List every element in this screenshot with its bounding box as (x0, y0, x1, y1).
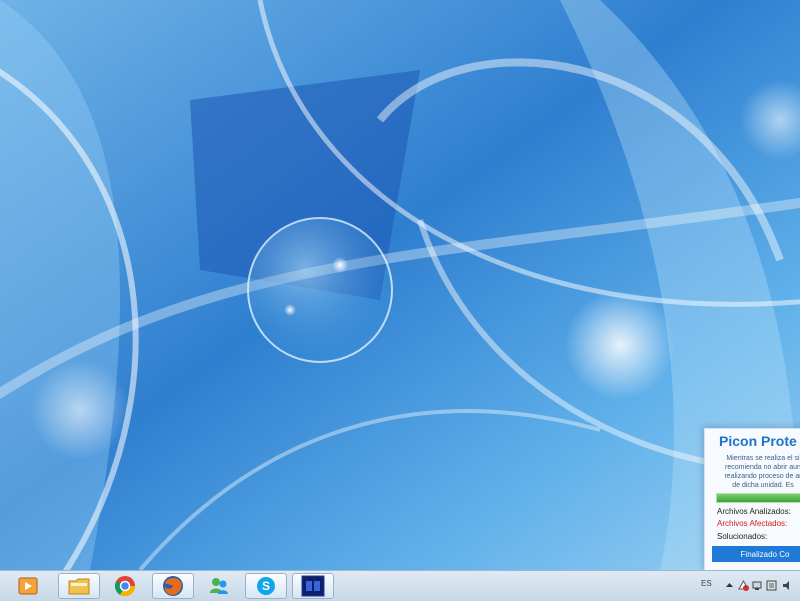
desktop-wallpaper (0, 0, 800, 570)
media-player-icon (18, 577, 38, 595)
taskbar-app-window[interactable] (292, 573, 334, 599)
device-icon[interactable] (766, 578, 777, 591)
skype-icon: S (257, 577, 275, 595)
popup-message: Mientras se realiza el si recomienda no … (711, 454, 800, 490)
taskbar-media-player[interactable] (8, 573, 48, 599)
taskbar-firefox[interactable] (152, 573, 194, 599)
analyzed-files-row: Archivos Analizados: 3 (717, 507, 791, 516)
file-explorer-icon (68, 578, 90, 595)
network-icon[interactable] (752, 578, 763, 590)
app-window-icon (301, 575, 325, 597)
affected-files-label: Archivos Afectados: (717, 519, 788, 528)
solved-files-row: Solucionados: 3 (717, 532, 767, 541)
show-hidden-icons-icon[interactable] (724, 578, 735, 589)
popup-message-line: de dicha unidad. Es (732, 482, 794, 489)
chrome-icon (115, 576, 136, 597)
firefox-icon (163, 576, 183, 596)
messenger-icon (210, 578, 228, 594)
volume-icon[interactable] (782, 578, 793, 590)
picon-protect-notification: Picon Prote Mientras se realiza el si re… (704, 428, 800, 570)
popup-title: Picon Prote (719, 433, 797, 449)
scan-progress-fill (717, 494, 800, 502)
system-tray: ES (690, 570, 800, 600)
svg-text:S: S (262, 579, 270, 593)
popup-message-line: recomienda no abrir aun (725, 464, 800, 471)
taskbar-chrome[interactable] (104, 573, 146, 599)
popup-message-line: realizando proceso de ar (724, 473, 800, 480)
language-indicator[interactable]: ES (701, 579, 712, 588)
taskbar-skype[interactable]: S (245, 573, 287, 599)
affected-files-row: Archivos Afectados: (717, 519, 787, 528)
analyzed-files-label: Archivos Analizados: (717, 507, 791, 516)
popup-message-line: Mientras se realiza el si (726, 455, 800, 462)
finish-button[interactable]: Finalizado Co (712, 546, 800, 562)
solved-files-label: Solucionados: (717, 532, 768, 541)
taskbar-messenger[interactable] (198, 573, 240, 599)
desktop: Picon Prote Mientras se realiza el si re… (0, 0, 800, 570)
scan-progress-bar (716, 493, 800, 503)
action-center-icon[interactable] (738, 578, 749, 591)
taskbar-file-explorer[interactable] (58, 573, 100, 599)
taskbar: S (0, 570, 800, 601)
